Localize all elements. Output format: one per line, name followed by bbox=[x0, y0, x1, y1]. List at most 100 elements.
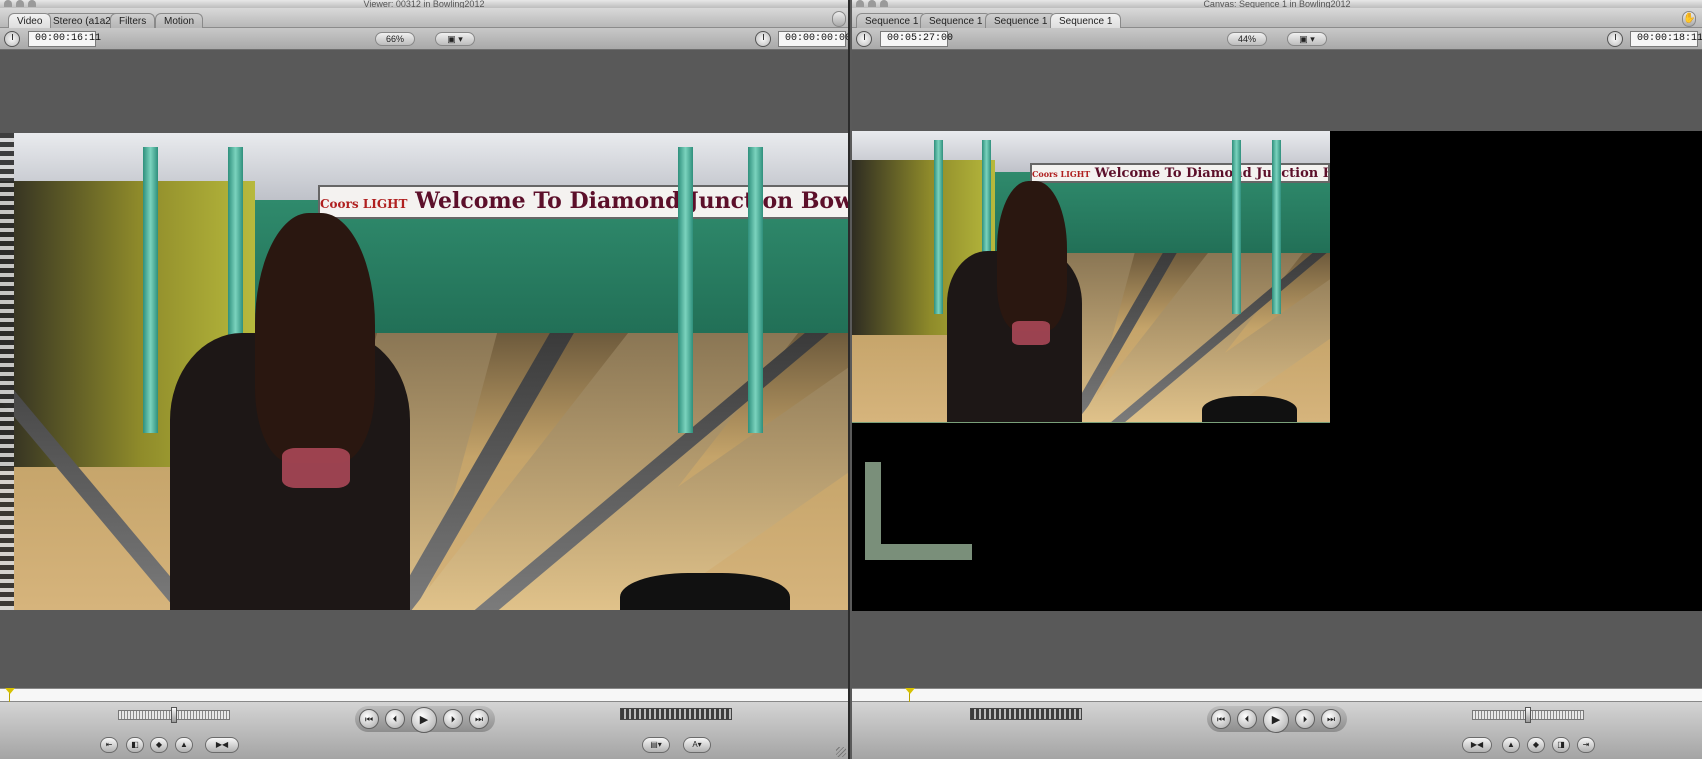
next-edit-button[interactable]: ⏭ bbox=[1321, 709, 1341, 729]
canvas-current-timecode[interactable]: 00:00:18:11 bbox=[1630, 31, 1702, 47]
close-window-button[interactable] bbox=[4, 0, 12, 7]
canvas-video-area: Coors LIGHT Welcome To Diamond Junction … bbox=[852, 51, 1702, 688]
banner-sponsor: Coors LIGHT bbox=[320, 197, 408, 212]
minimize-window-button[interactable] bbox=[868, 0, 876, 7]
view-options-icon: ▣ ▾ bbox=[1299, 34, 1315, 44]
canvas-scrubber-bar[interactable] bbox=[852, 688, 1702, 702]
generator-icon: A▾ bbox=[692, 740, 702, 749]
play-in-out-button[interactable]: ⏴ bbox=[1237, 709, 1257, 729]
viewer-video-frame[interactable]: Coors LIGHT Welcome To Diamond Junction … bbox=[0, 133, 850, 610]
play-button[interactable]: ▶ bbox=[1263, 707, 1289, 733]
canvas-duration-timecode[interactable]: 00:05:27:00 bbox=[880, 31, 953, 47]
viewer-zoom-popup[interactable]: 66% bbox=[375, 32, 415, 46]
canvas-tabbar: Sequence 1 Sequence 1 Sequence 1 Sequenc… bbox=[852, 8, 1702, 28]
banner-text: Welcome To Diamond Junction Bowling La bbox=[415, 188, 850, 215]
duration-clock-icon bbox=[4, 31, 20, 47]
mark-clip-icon: ◨ bbox=[1557, 740, 1565, 749]
canvas-video-frame[interactable]: Coors LIGHT Welcome To Diamond Junction … bbox=[852, 131, 1702, 611]
tab-video[interactable]: Video bbox=[8, 13, 52, 28]
tab-sequence-1a[interactable]: Sequence 1 bbox=[856, 13, 928, 28]
canvas-titlebar: Canvas: Sequence 1 in Bowling2012 bbox=[852, 0, 1702, 8]
banner-sponsor: Coors LIGHT bbox=[1032, 169, 1091, 179]
ball-return bbox=[1202, 396, 1297, 422]
tab-filters[interactable]: Filters bbox=[110, 13, 156, 28]
banner: Coors LIGHT Welcome To Diamond Junction … bbox=[318, 185, 850, 219]
tab-motion[interactable]: Motion bbox=[155, 13, 204, 28]
marker-icon: ▲ bbox=[1507, 740, 1515, 749]
add-marker-button[interactable]: ▲ bbox=[1502, 737, 1520, 753]
next-edit-button[interactable]: ⏭ bbox=[469, 709, 489, 729]
view-options-icon: ▣ ▾ bbox=[447, 34, 463, 44]
canvas-shuttle-slider[interactable] bbox=[1472, 707, 1584, 723]
mark-in-out-icon: ▶◀ bbox=[215, 740, 229, 749]
ball-return bbox=[620, 573, 790, 610]
banner: Coors LIGHT Welcome To Diamond Junction … bbox=[1030, 163, 1330, 184]
mark-in-out-icon: ▶◀ bbox=[1470, 740, 1484, 749]
bowling-scene-image: Coors LIGHT Welcome To Diamond Junction … bbox=[852, 131, 1330, 422]
play-around-button[interactable]: ⏵ bbox=[443, 709, 463, 729]
canvas-playhead[interactable] bbox=[905, 688, 915, 702]
current-time-clock-icon bbox=[755, 31, 771, 47]
zoom-window-button[interactable] bbox=[880, 0, 888, 7]
generator-popup[interactable]: A▾ bbox=[683, 737, 711, 753]
canvas-jog-wheel[interactable] bbox=[970, 708, 1082, 720]
window-controls bbox=[856, 0, 888, 7]
shuttle-knob[interactable] bbox=[171, 707, 177, 723]
viewer-transport-controls: ⏮ ⏴ ▶ ⏵ ⏭ ⇤ ◧ ◆ ▲ ▶◀ ▤▾ A▾ bbox=[0, 702, 848, 759]
add-keyframe-button[interactable]: ◆ bbox=[1527, 737, 1545, 753]
tab-sequence-1b[interactable]: Sequence 1 bbox=[920, 13, 992, 28]
add-marker-button[interactable]: ▲ bbox=[175, 737, 193, 753]
mark-in-out-button[interactable]: ▶◀ bbox=[205, 737, 239, 753]
canvas-zoom-popup[interactable]: 44% bbox=[1227, 32, 1267, 46]
canvas-pip-image: Coors LIGHT Welcome To Diamond Junction … bbox=[852, 131, 1330, 423]
keyframe-icon: ◆ bbox=[1532, 740, 1540, 749]
match-frame-button[interactable]: ⇤ bbox=[100, 737, 118, 753]
add-keyframe-button[interactable]: ◆ bbox=[150, 737, 168, 753]
film-sprocket-edge bbox=[0, 133, 14, 610]
minimize-window-button[interactable] bbox=[16, 0, 24, 7]
prev-edit-button[interactable]: ⏮ bbox=[1211, 709, 1231, 729]
mark-in-out-button[interactable]: ▶◀ bbox=[1462, 737, 1492, 753]
canvas-title: Canvas: Sequence 1 in Bowling2012 bbox=[1203, 0, 1351, 8]
canvas-transport-controls: ⏮ ⏴ ▶ ⏵ ⏭ ▶◀ ▲ ◆ ◨ ⇥ bbox=[852, 702, 1702, 759]
resize-grip-icon[interactable] bbox=[836, 747, 846, 757]
bowling-scene-image: Coors LIGHT Welcome To Diamond Junction … bbox=[0, 133, 850, 610]
viewer-shuttle-slider[interactable] bbox=[118, 707, 230, 723]
tab-sequence-1c[interactable]: Sequence 1 bbox=[985, 13, 1057, 28]
keyframe-icon: ◆ bbox=[155, 740, 163, 749]
play-around-button[interactable]: ⏵ bbox=[1295, 709, 1315, 729]
recent-clips-icon: ▤▾ bbox=[650, 740, 662, 749]
viewer-current-timecode[interactable]: 00:00:00:00 bbox=[778, 31, 848, 47]
duration-clock-icon bbox=[856, 31, 872, 47]
viewer-window: Viewer: 00312 in Bowling2012 Video Stere… bbox=[0, 0, 850, 759]
play-in-out-button[interactable]: ⏴ bbox=[385, 709, 405, 729]
viewer-jog-wheel[interactable] bbox=[620, 708, 732, 720]
viewer-play-cluster: ⏮ ⏴ ▶ ⏵ ⏭ bbox=[355, 706, 495, 733]
zoom-window-button[interactable] bbox=[28, 0, 36, 7]
viewer-playhead[interactable] bbox=[5, 688, 15, 702]
prev-edit-button[interactable]: ⏮ bbox=[359, 709, 379, 729]
viewer-video-area: Coors LIGHT Welcome To Diamond Junction … bbox=[0, 51, 848, 688]
viewer-scrubber-bar[interactable] bbox=[0, 688, 848, 702]
canvas-toolbar: 00:05:27:00 44% ▣ ▾ 00:00:18:11 bbox=[852, 28, 1702, 50]
viewer-toolbar: 00:00:16:11 66% ▣ ▾ 00:00:00:00 bbox=[0, 28, 848, 50]
viewer-view-popup[interactable]: ▣ ▾ bbox=[435, 32, 475, 46]
canvas-view-popup[interactable]: ▣ ▾ bbox=[1287, 32, 1327, 46]
viewer-duration-timecode[interactable]: 00:00:16:11 bbox=[28, 31, 101, 47]
l-shape-overlay bbox=[865, 462, 972, 560]
canvas-window: Canvas: Sequence 1 in Bowling2012 Sequen… bbox=[852, 0, 1702, 759]
mark-clip-button[interactable]: ◧ bbox=[126, 737, 144, 753]
close-window-button[interactable] bbox=[856, 0, 864, 7]
marker-icon: ▲ bbox=[180, 740, 188, 749]
canvas-play-cluster: ⏮ ⏴ ▶ ⏵ ⏭ bbox=[1207, 706, 1347, 733]
shuttle-knob[interactable] bbox=[1525, 707, 1531, 723]
tab-scroll-control[interactable] bbox=[832, 11, 846, 27]
viewer-title: Viewer: 00312 in Bowling2012 bbox=[363, 0, 485, 8]
play-button[interactable]: ▶ bbox=[411, 707, 437, 733]
tool-hand-icon[interactable]: ✋ bbox=[1682, 11, 1696, 27]
banner-text: Welcome To Diamond Junction Bowling La bbox=[1094, 166, 1328, 181]
match-frame-button[interactable]: ⇥ bbox=[1577, 737, 1595, 753]
tab-sequence-1d[interactable]: Sequence 1 bbox=[1050, 13, 1122, 28]
mark-clip-button[interactable]: ◨ bbox=[1552, 737, 1570, 753]
recent-clips-popup[interactable]: ▤▾ bbox=[642, 737, 670, 753]
